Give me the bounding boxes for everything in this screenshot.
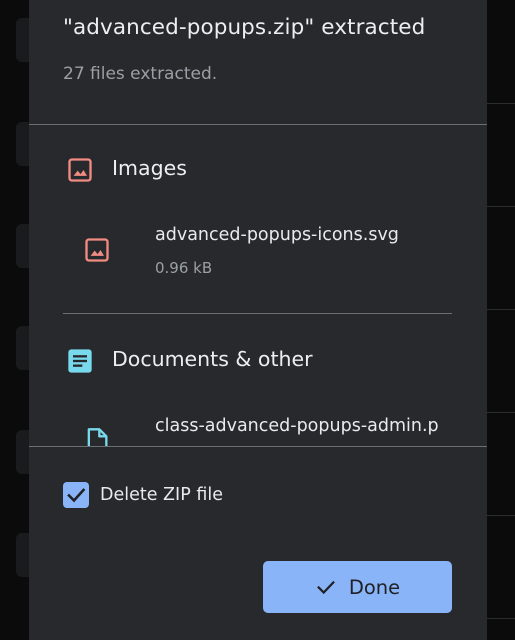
- background-tile: [16, 18, 29, 62]
- section-title-images: Images: [112, 156, 187, 180]
- background-tile: [16, 430, 29, 474]
- section-divider: [63, 313, 452, 314]
- background-list-right: [487, 0, 515, 640]
- background-row-divider: [487, 206, 515, 207]
- background-row-divider: [487, 618, 515, 619]
- file-name: class-advanced-popups-admin.p: [155, 416, 439, 436]
- background-list-left: [0, 0, 29, 640]
- check-icon: [67, 488, 86, 503]
- background-tile: [16, 224, 29, 268]
- delete-zip-label[interactable]: Delete ZIP file: [100, 485, 223, 505]
- bottom-divider: [29, 446, 487, 447]
- done-button-label: Done: [348, 575, 401, 599]
- file-size: 0.96 kB: [155, 259, 213, 277]
- background-tile: [16, 326, 29, 370]
- document-icon: [68, 349, 92, 373]
- check-icon: [316, 580, 335, 595]
- file-name: advanced-popups-icons.svg: [155, 225, 399, 245]
- dialog-subtitle: 27 files extracted.: [63, 64, 218, 84]
- section-title-documents: Documents & other: [112, 347, 313, 371]
- background-row-divider: [487, 103, 515, 104]
- file-icon: [87, 428, 108, 446]
- extraction-dialog: "advanced-popups.zip" extracted 27 files…: [29, 0, 487, 640]
- background-tile: [16, 122, 29, 166]
- delete-zip-checkbox[interactable]: [63, 482, 89, 508]
- image-file-icon: [85, 238, 109, 262]
- background-row-divider: [487, 412, 515, 413]
- dialog-title: "advanced-popups.zip" extracted: [63, 15, 426, 40]
- background-row-divider: [487, 309, 515, 310]
- background-tile: [16, 533, 29, 577]
- background-row-divider: [487, 515, 515, 516]
- extracted-files-list[interactable]: Images advanced-popups-icons.svg 0.96 kB…: [29, 125, 487, 446]
- done-button[interactable]: Done: [263, 561, 452, 613]
- image-icon: [68, 158, 92, 182]
